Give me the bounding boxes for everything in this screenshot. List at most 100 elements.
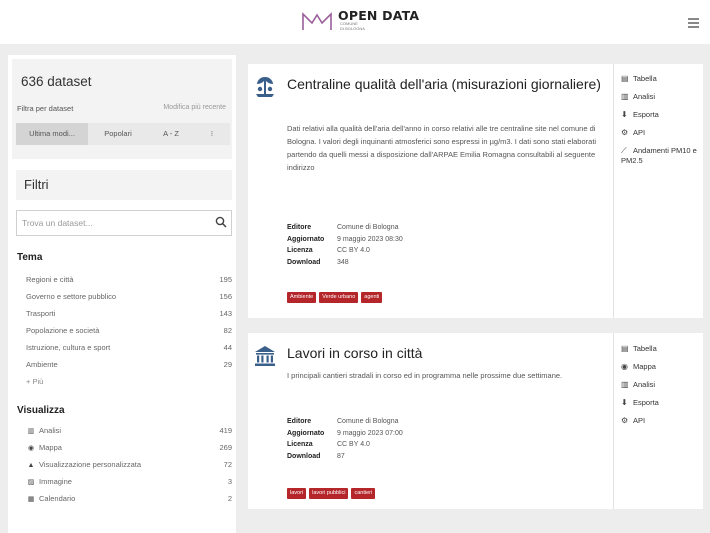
filter-item-count: 143 <box>219 309 232 318</box>
meta-key: Download <box>287 258 321 266</box>
header-bar: OPEN DATA COMUNE DI BOLOGNA <box>0 0 710 44</box>
meta-key: Aggiornato <box>287 235 325 243</box>
sort-tab-popular[interactable]: Popolari <box>88 123 148 145</box>
hamburger-menu-icon[interactable] <box>688 18 699 30</box>
table-icon: ▤ <box>621 74 629 83</box>
meta-value: 348 <box>337 258 349 266</box>
filter-item-visualizza[interactable]: ◉ Mappa 269 <box>26 440 234 456</box>
tag-badge[interactable]: lavori <box>287 488 307 499</box>
show-more-link[interactable]: + Più <box>26 377 43 386</box>
filter-item-visualizza[interactable]: ▲ Visualizzazione personalizzata 72 <box>26 457 234 473</box>
filter-item-label: Popolazione e società <box>26 326 100 335</box>
action-tabella[interactable]: ▤ Tabella <box>621 344 701 354</box>
filter-item-count: 195 <box>219 275 232 284</box>
meta-value: 87 <box>337 452 345 460</box>
filter-item-visualizza[interactable]: ▥ Analisi 419 <box>26 423 234 439</box>
meta-key: Aggiornato <box>287 429 325 437</box>
filter-item-tema[interactable]: Istruzione, cultura e sport 44 <box>26 340 234 356</box>
filter-item-tema[interactable]: Ambiente 29 <box>26 357 234 373</box>
filter-item-label: Visualizzazione personalizzata <box>39 460 142 469</box>
sort-label: Filtra per dataset <box>17 104 74 113</box>
action-esporta[interactable]: ⬇ Esporta <box>621 110 701 120</box>
filter-item-count: 269 <box>219 443 232 452</box>
search-input[interactable]: Trova un dataset... <box>16 210 232 236</box>
tag-badge[interactable]: Ambiente <box>287 292 317 303</box>
image-icon: ▨ <box>27 479 35 486</box>
filter-item-label: Governo e settore pubblico <box>26 292 117 301</box>
map-marker-icon: ◉ <box>27 445 35 452</box>
filter-item-tema[interactable]: Governo e settore pubblico 156 <box>26 289 234 305</box>
filter-item-label: Trasporti <box>26 309 56 318</box>
download-icon: ⬇ <box>621 398 628 407</box>
custom-view-icon: ▲ <box>27 462 35 469</box>
gears-icon: ⚙ <box>621 416 629 425</box>
action-analisi[interactable]: ▥ Analisi <box>621 380 701 390</box>
filter-item-count: 82 <box>223 326 232 335</box>
sort-tabs: Ultima modi... Popolari A - Z ⁝ <box>16 123 230 145</box>
dataset-actions: ▤ Tabella ▥ Analisi ⬇ Esporta ⚙ API ⟋ Andamen… <box>613 64 703 318</box>
chart-icon: ▥ <box>621 380 629 389</box>
meta-value: CC BY 4.0 <box>337 247 370 254</box>
tag-badge[interactable]: lavori pubblici <box>309 488 349 499</box>
filter-item-count: 419 <box>219 426 232 435</box>
sort-tab-recent[interactable]: Ultima modi... <box>16 123 88 145</box>
download-icon: ⬇ <box>621 110 628 119</box>
action-analisi[interactable]: ▥ Analisi <box>621 92 701 102</box>
section-title-tema: Tema <box>17 252 43 263</box>
tag-list: Ambiente Verde urbano agenti <box>287 292 385 303</box>
logo-mark-icon <box>302 12 332 30</box>
public-building-icon <box>255 346 275 366</box>
map-marker-icon: ◉ <box>621 362 628 371</box>
logo-subtitle-line: DI BOLOGNA <box>340 25 365 31</box>
meta-value: Comune di Bologna <box>337 224 399 231</box>
dataset-count: 636 dataset <box>21 74 92 89</box>
filter-item-visualizza[interactable]: ▦ Calendario 2 <box>26 491 234 507</box>
dataset-title-link[interactable]: Lavori in corso in città <box>287 343 609 363</box>
filter-item-label: Analisi <box>39 426 62 435</box>
open-data-logo[interactable]: OPEN DATA COMUNE DI BOLOGNA <box>300 8 419 32</box>
tag-list: lavori lavori pubblici cantieri <box>287 488 378 499</box>
filter-item-tema[interactable]: Popolazione e società 82 <box>26 323 234 339</box>
search-icon[interactable] <box>215 216 227 228</box>
meta-key: Licenza <box>287 441 313 448</box>
filter-item-label: Ambiente <box>26 360 58 369</box>
tag-badge[interactable]: cantieri <box>351 488 376 499</box>
dataset-summary-box: 636 dataset Filtra per dataset Modifica … <box>12 59 232 159</box>
filter-item-tema[interactable]: Regioni e città 195 <box>26 272 234 288</box>
action-tabella[interactable]: ▤ Tabella <box>621 74 701 84</box>
action-mappa[interactable]: ◉ Mappa <box>621 362 701 372</box>
action-andamenti[interactable]: ⟋ Andamenti PM10 e PM2.5 <box>621 146 701 166</box>
filter-item-count: 156 <box>219 292 232 301</box>
tag-badge[interactable]: Verde urbano <box>319 292 359 303</box>
dataset-metadata: Editore Comune di Bologna Aggiornato 9 mag… <box>287 416 487 464</box>
filters-title: Filtri <box>24 177 49 192</box>
dataset-card: Lavori in corso in città I principali ca… <box>248 333 703 509</box>
filter-item-label: Mappa <box>39 443 62 452</box>
action-api[interactable]: ⚙ API <box>621 128 701 138</box>
filter-item-label: Immagine <box>39 477 72 486</box>
meta-value: Comune di Bologna <box>337 418 399 425</box>
meta-value: 9 maggio 2023 07:00 <box>337 429 403 437</box>
filter-item-count: 44 <box>223 343 232 352</box>
filter-item-tema[interactable]: Trasporti 143 <box>26 306 234 322</box>
meta-value: CC BY 4.0 <box>337 441 370 448</box>
air-quality-station-icon <box>256 77 274 97</box>
chart-icon: ▥ <box>27 428 35 435</box>
filter-item-label: Calendario <box>39 494 76 503</box>
filter-item-label: Regioni e città <box>26 275 74 284</box>
filter-item-visualizza[interactable]: ▨ Immagine 3 <box>26 474 234 490</box>
table-icon: ▤ <box>621 344 629 353</box>
line-chart-icon: ⟋ <box>621 146 627 155</box>
dataset-card: Centraline qualità dell'aria (misurazion… <box>248 64 703 318</box>
action-api[interactable]: ⚙ API <box>621 416 701 426</box>
filter-item-count: 72 <box>223 460 232 469</box>
dataset-title-link[interactable]: Centraline qualità dell'aria (misurazion… <box>287 74 609 94</box>
meta-key: Editore <box>287 224 312 231</box>
tag-badge[interactable]: agenti <box>361 292 383 303</box>
sort-tab-more-icon[interactable]: ⁝ <box>194 123 230 145</box>
search-placeholder: Trova un dataset... <box>22 218 93 228</box>
action-esporta[interactable]: ⬇ Esporta <box>621 398 701 408</box>
sort-tab-alphabetical[interactable]: A - Z <box>148 123 194 145</box>
section-title-visualizza: Visualizza <box>17 405 65 416</box>
dataset-actions: ▤ Tabella ◉ Mappa ▥ Analisi ⬇ Esporta ⚙ API <box>613 333 703 509</box>
